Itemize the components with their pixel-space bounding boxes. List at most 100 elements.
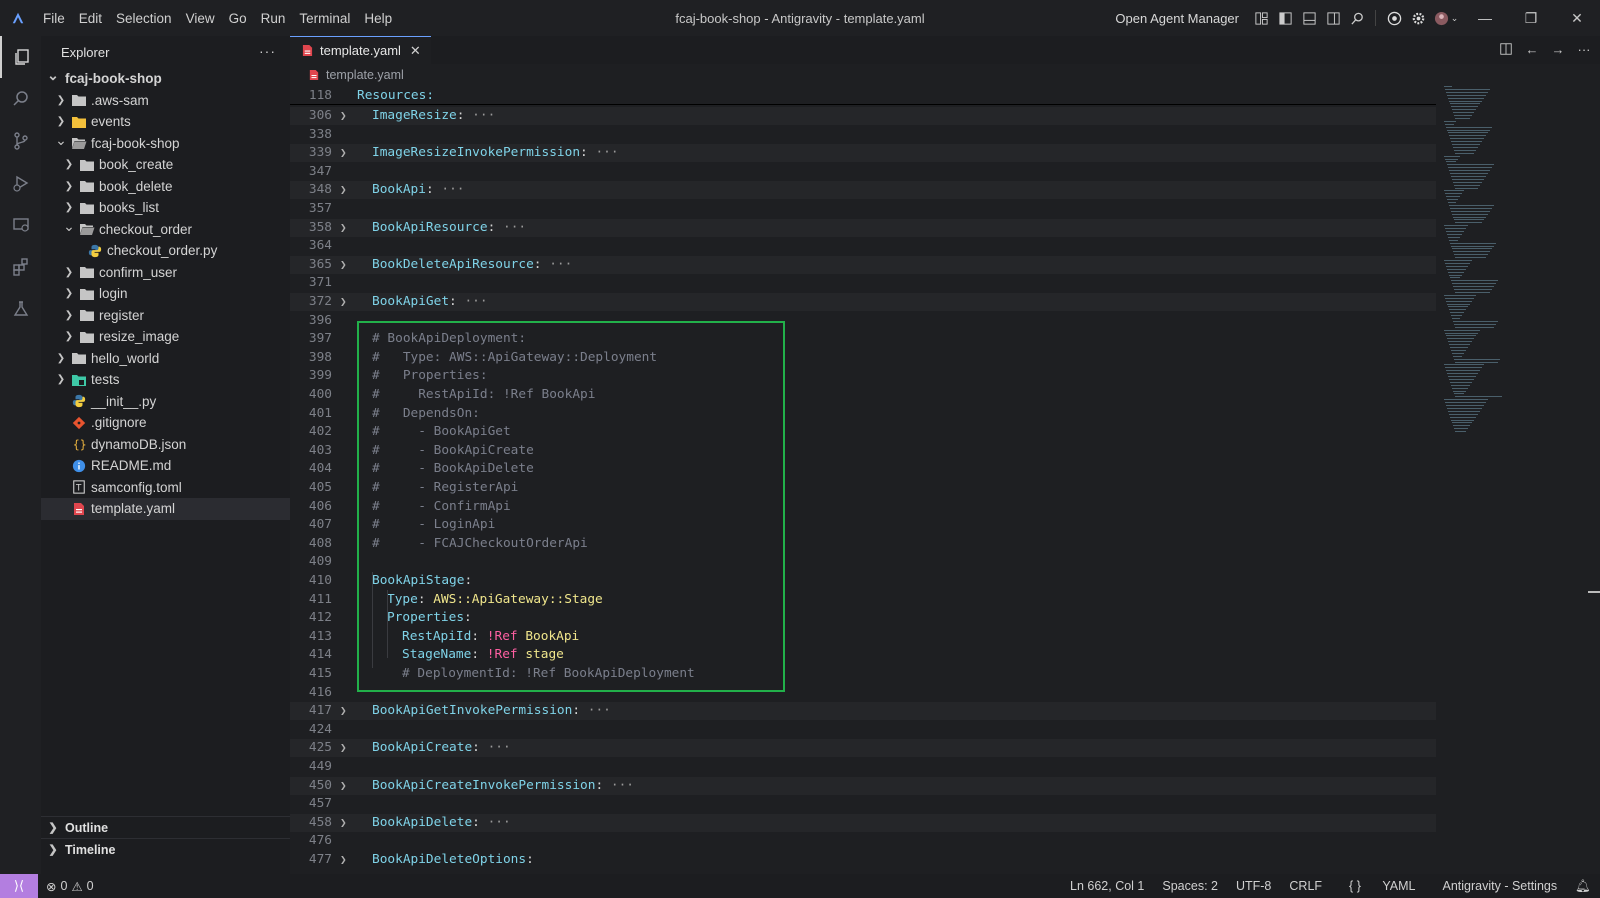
toggle-panel-icon[interactable] <box>1297 6 1321 30</box>
close-window-button[interactable]: ✕ <box>1554 0 1600 36</box>
code-line[interactable]: 477 ❯ BookApiDeleteOptions: <box>290 851 1436 869</box>
tree-item[interactable]: ❯ confirm_user <box>41 262 290 284</box>
explorer-icon[interactable] <box>0 36 41 78</box>
code-line[interactable]: 458 ❯ BookApiDelete: ··· <box>290 813 1436 832</box>
code-line[interactable]: 476 <box>290 832 1436 850</box>
outline-section[interactable]: ❯ Outline <box>41 816 290 838</box>
timeline-section[interactable]: ❯ Timeline <box>41 838 290 860</box>
code-line[interactable]: 364 <box>290 237 1436 255</box>
minimap[interactable] <box>1436 86 1600 874</box>
tree-item[interactable]: ❯ book_delete <box>41 176 290 198</box>
tree-item[interactable]: ❯ register <box>41 305 290 327</box>
menu-item-edit[interactable]: Edit <box>72 11 109 26</box>
tree-item[interactable]: ❯ events <box>41 111 290 133</box>
toggle-primary-sidebar-icon[interactable] <box>1273 6 1297 30</box>
indentation[interactable]: Spaces: 2 <box>1153 879 1227 893</box>
code-line[interactable]: 338 <box>290 126 1436 144</box>
folded-ellipsis[interactable]: ··· <box>480 740 511 755</box>
go-back-icon[interactable]: ← <box>1524 41 1540 57</box>
tree-item[interactable]: ❯ books_list <box>41 197 290 219</box>
fold-chevron-icon[interactable]: ❯ <box>340 219 347 237</box>
customize-layout-icon[interactable] <box>1249 6 1273 30</box>
code-line[interactable]: 449 <box>290 758 1436 776</box>
code-line[interactable]: 425 ❯ BookApiCreate: ··· <box>290 739 1436 758</box>
folded-ellipsis[interactable]: ··· <box>588 145 618 160</box>
restore-window-button[interactable]: ❐ <box>1508 0 1554 36</box>
tree-item[interactable]: .gitignore <box>41 412 290 434</box>
breadcrumb-item[interactable]: template.yaml <box>326 68 404 82</box>
code-line[interactable]: 357 <box>290 200 1436 218</box>
menu-item-terminal[interactable]: Terminal <box>292 11 357 26</box>
run-debug-icon[interactable] <box>0 162 41 204</box>
fold-chevron-icon[interactable]: ❯ <box>340 256 347 274</box>
tree-item[interactable]: ⌄ fcaj-book-shop <box>41 67 290 90</box>
testing-flask-icon[interactable] <box>0 288 41 330</box>
tree-item[interactable]: ❯ resize_image <box>41 326 290 348</box>
browser-icon[interactable] <box>1382 6 1406 30</box>
fold-chevron-icon[interactable]: ❯ <box>340 293 347 311</box>
notifications-bell-icon[interactable]: 🔔︎ <box>1566 879 1600 894</box>
fold-chevron-icon[interactable]: ❯ <box>340 814 347 832</box>
settings-gear-icon[interactable] <box>1406 6 1430 30</box>
tree-item[interactable]: Tsamconfig.toml <box>41 477 290 499</box>
code-line[interactable]: 372 ❯ BookApiGet: ··· <box>290 293 1436 311</box>
split-editor-icon[interactable] <box>1498 41 1514 57</box>
cursor-position[interactable]: Ln 662, Col 1 <box>1061 879 1153 893</box>
account-avatar[interactable]: ⌄ <box>1430 6 1462 30</box>
fold-chevron-icon[interactable]: ❯ <box>340 851 347 869</box>
folded-ellipsis[interactable]: ··· <box>457 294 487 309</box>
menu-item-go[interactable]: Go <box>222 11 254 26</box>
tree-item[interactable]: ❯ .aws-sam <box>41 90 290 112</box>
tree-item[interactable]: ❯ login <box>41 283 290 305</box>
sticky-scroll-line[interactable]: 118 Resources: <box>290 86 1436 105</box>
end-of-line[interactable]: CRLF <box>1280 879 1331 893</box>
fold-chevron-icon[interactable]: ❯ <box>340 739 347 757</box>
source-control-icon[interactable] <box>0 120 41 162</box>
code-line[interactable]: 417 ❯ BookApiGetInvokePermission: ··· <box>290 702 1436 721</box>
code-line[interactable]: 347 <box>290 163 1436 181</box>
tree-item[interactable]: README.md <box>41 455 290 477</box>
folded-ellipsis[interactable]: ··· <box>495 220 526 235</box>
settings-status[interactable]: Antigravity - Settings <box>1433 879 1566 893</box>
code-line[interactable]: 306 ❯ ImageResize: ··· <box>290 107 1436 125</box>
more-editor-actions-icon[interactable]: ··· <box>1576 41 1592 57</box>
language-mode[interactable]: { } YAML <box>1331 879 1433 893</box>
tree-item[interactable]: checkout_order.py <box>41 240 290 262</box>
menu-item-selection[interactable]: Selection <box>109 11 179 26</box>
fold-chevron-icon[interactable]: ❯ <box>340 181 347 199</box>
tree-item[interactable]: ⌄ fcaj-book-shop <box>41 132 290 155</box>
code-line[interactable]: 339 ❯ ImageResizeInvokePermission: ··· <box>290 144 1436 163</box>
fold-chevron-icon[interactable]: ❯ <box>340 702 347 720</box>
toggle-secondary-sidebar-icon[interactable] <box>1321 6 1345 30</box>
fold-chevron-icon[interactable]: ❯ <box>340 144 347 162</box>
code-line[interactable]: 348 ❯ BookApi: ··· <box>290 181 1436 200</box>
errors-icon[interactable]: ⊗ <box>46 879 56 894</box>
search-activity-icon[interactable] <box>0 78 41 120</box>
more-actions-icon[interactable]: ··· <box>259 43 276 59</box>
go-forward-icon[interactable]: → <box>1550 41 1566 57</box>
menu-item-run[interactable]: Run <box>254 11 293 26</box>
tree-item[interactable]: {} dynamoDB.json <box>41 434 290 456</box>
tree-item[interactable]: template.yaml <box>41 498 290 520</box>
encoding[interactable]: UTF-8 <box>1227 879 1280 893</box>
folded-ellipsis[interactable]: ··· <box>603 778 634 793</box>
search-icon[interactable] <box>1345 6 1369 30</box>
tree-item[interactable]: ❯ hello_world <box>41 348 290 370</box>
tab-template-yaml[interactable]: template.yaml ✕ <box>290 36 431 64</box>
fold-chevron-icon[interactable]: ❯ <box>340 107 347 125</box>
folded-ellipsis[interactable]: ··· <box>580 703 611 718</box>
code-line[interactable]: 450 ❯ BookApiCreateInvokePermission: ··· <box>290 776 1436 795</box>
error-count[interactable]: 0 <box>60 879 67 893</box>
code-line[interactable]: 358 ❯ BookApiResource: ··· <box>290 218 1436 237</box>
code-line[interactable]: 371 <box>290 274 1436 292</box>
extensions-icon[interactable] <box>0 246 41 288</box>
code-line[interactable]: 457 <box>290 795 1436 813</box>
folded-ellipsis[interactable]: ··· <box>434 182 464 197</box>
scrollbar-marker[interactable] <box>1588 591 1600 593</box>
close-tab-icon[interactable]: ✕ <box>410 43 421 59</box>
menu-item-view[interactable]: View <box>179 11 222 26</box>
folded-ellipsis[interactable]: ··· <box>480 815 511 830</box>
remote-indicator-icon[interactable]: ⟩⟨ <box>0 874 38 898</box>
code-line[interactable]: 365 ❯ BookDeleteApiResource: ··· <box>290 255 1436 274</box>
folded-ellipsis[interactable]: ··· <box>464 108 495 123</box>
